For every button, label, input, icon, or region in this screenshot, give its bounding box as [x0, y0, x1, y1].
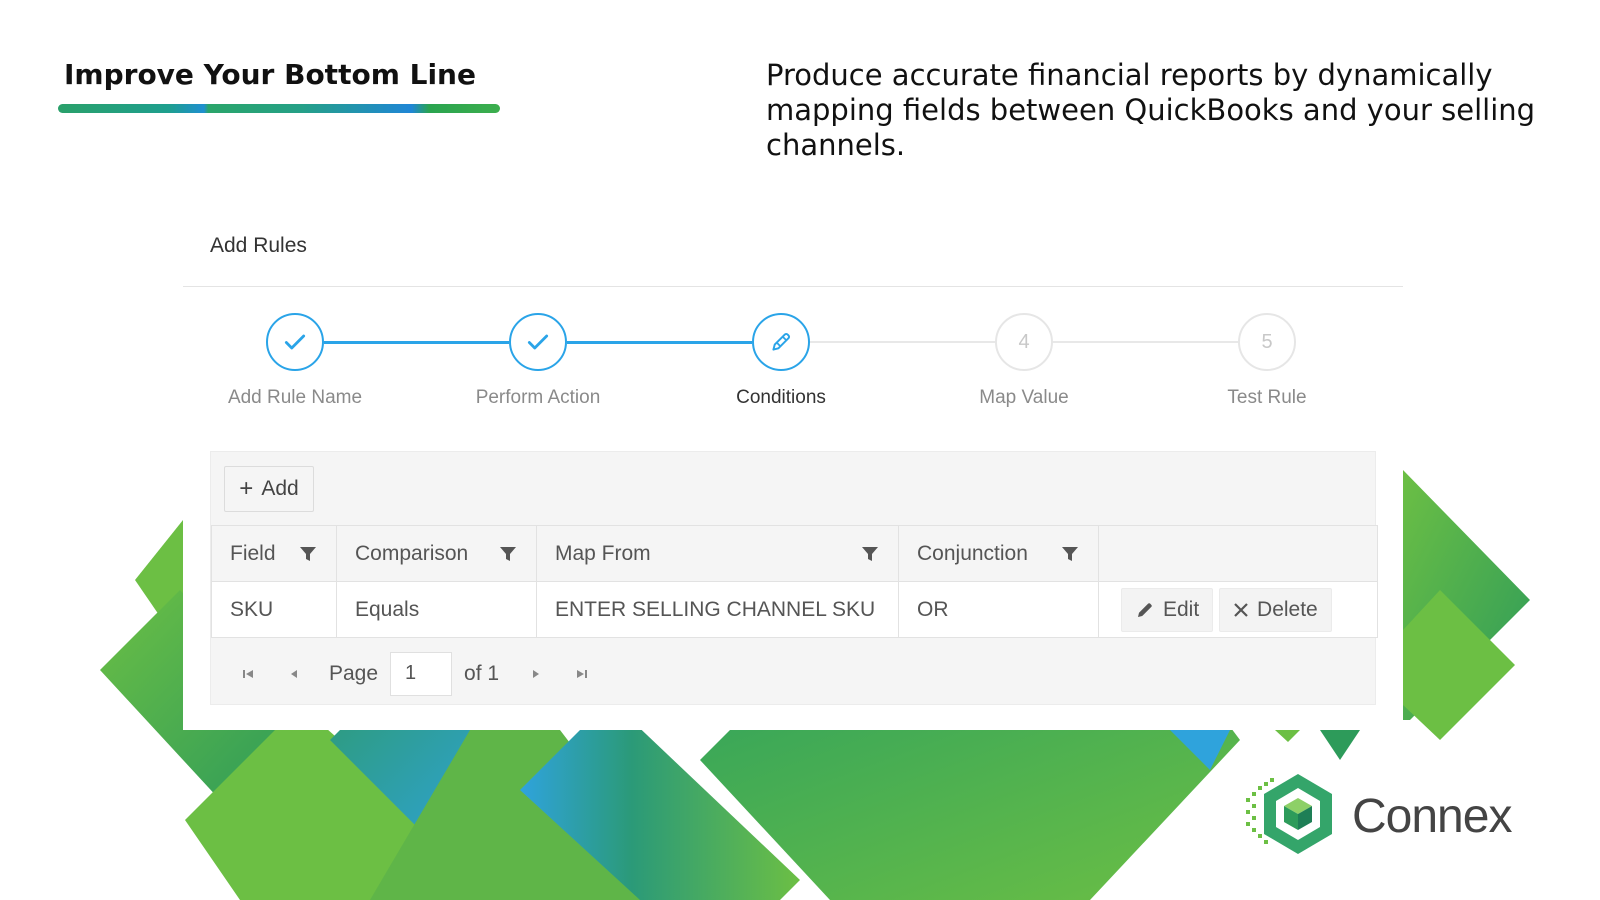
delete-button[interactable]: Delete — [1219, 587, 1332, 632]
column-header-map-from[interactable]: Map From — [536, 525, 899, 582]
step-add-rule-name[interactable]: Add Rule Name — [195, 313, 395, 409]
edit-button[interactable]: Edit — [1121, 587, 1214, 632]
connex-logo: Connex — [1242, 768, 1572, 864]
table-row[interactable]: SKU Equals ENTER SELLING CHANNEL SKU OR … — [211, 581, 1378, 638]
step-circle: 5 — [1238, 313, 1296, 371]
panel-divider — [183, 286, 1403, 287]
step-connector — [1053, 341, 1238, 343]
column-header-label: Comparison — [355, 541, 469, 565]
column-header-label: Map From — [555, 541, 651, 565]
step-circle — [509, 313, 567, 371]
step-map-value[interactable]: 4 Map Value — [924, 313, 1124, 409]
grid-toolbar: + Add — [211, 452, 1375, 525]
cell-actions: Edit Delete — [1098, 581, 1378, 638]
cell-field: SKU — [211, 581, 337, 638]
step-label: Perform Action — [475, 387, 601, 408]
filter-icon[interactable] — [298, 544, 318, 564]
headline-underline — [58, 104, 500, 113]
wizard-stepper: Add Rule Name Perform Action Conditions … — [183, 313, 1403, 423]
step-circle: 4 — [995, 313, 1053, 371]
conditions-grid: + Add Field Comparison Map From Conjunct… — [210, 451, 1378, 705]
step-label: Conditions — [736, 387, 826, 408]
cell-comparison: Equals — [336, 581, 537, 638]
filter-icon[interactable] — [860, 544, 880, 564]
slide-headline: Improve Your Bottom Line — [64, 58, 476, 91]
step-circle — [266, 313, 324, 371]
step-label: Add Rule Name — [227, 387, 363, 408]
step-connector — [567, 341, 752, 344]
add-button-label: Add — [261, 477, 299, 500]
slide-intro-text: Produce accurate financial reports by dy… — [766, 58, 1536, 162]
column-header-comparison[interactable]: Comparison — [336, 525, 537, 582]
last-page-icon[interactable] — [571, 663, 593, 685]
column-header-actions — [1098, 525, 1378, 582]
step-test-rule[interactable]: 5 Test Rule — [1167, 313, 1367, 409]
grid-pager: Page of 1 — [211, 638, 1375, 709]
check-icon — [527, 334, 549, 350]
pencil-icon — [1138, 602, 1152, 617]
step-circle — [752, 313, 810, 371]
column-header-label: Conjunction — [917, 541, 1028, 565]
previous-page-icon[interactable] — [283, 663, 305, 685]
close-icon — [1234, 602, 1248, 617]
conditions-table: Field Comparison Map From Conjunction SK… — [211, 525, 1378, 638]
cell-map-from: ENTER SELLING CHANNEL SKU — [536, 581, 899, 638]
page-count-label: of 1 — [464, 661, 500, 685]
step-connector — [324, 341, 509, 344]
logo-wordmark: Connex — [1352, 789, 1512, 843]
delete-button-label: Delete — [1257, 597, 1318, 621]
step-conditions[interactable]: Conditions — [681, 313, 881, 409]
plus-icon: + — [239, 475, 254, 502]
panel-title: Add Rules — [210, 234, 307, 257]
filter-icon[interactable] — [498, 544, 518, 564]
cell-conjunction: OR — [898, 581, 1099, 638]
step-label: Test Rule — [1227, 387, 1307, 408]
column-header-label: Field — [230, 541, 276, 565]
connex-logo-icon — [1246, 774, 1332, 854]
pencil-icon — [772, 332, 791, 351]
first-page-icon[interactable] — [237, 663, 259, 685]
step-connector — [810, 341, 995, 343]
add-rules-panel: Add Rules Add Rule Name Perform Action C… — [183, 218, 1403, 730]
edit-button-label: Edit — [1163, 597, 1200, 621]
next-page-icon[interactable] — [525, 663, 547, 685]
add-condition-button[interactable]: + Add — [224, 466, 314, 512]
step-label: Map Value — [979, 387, 1069, 408]
check-icon — [284, 334, 306, 350]
page-number-input[interactable] — [390, 651, 453, 696]
column-header-conjunction[interactable]: Conjunction — [898, 525, 1099, 582]
step-perform-action[interactable]: Perform Action — [438, 313, 638, 409]
filter-icon[interactable] — [1060, 544, 1080, 564]
page-label: Page — [329, 661, 379, 685]
column-header-field[interactable]: Field — [211, 525, 337, 582]
table-header-row: Field Comparison Map From Conjunction — [211, 525, 1378, 582]
